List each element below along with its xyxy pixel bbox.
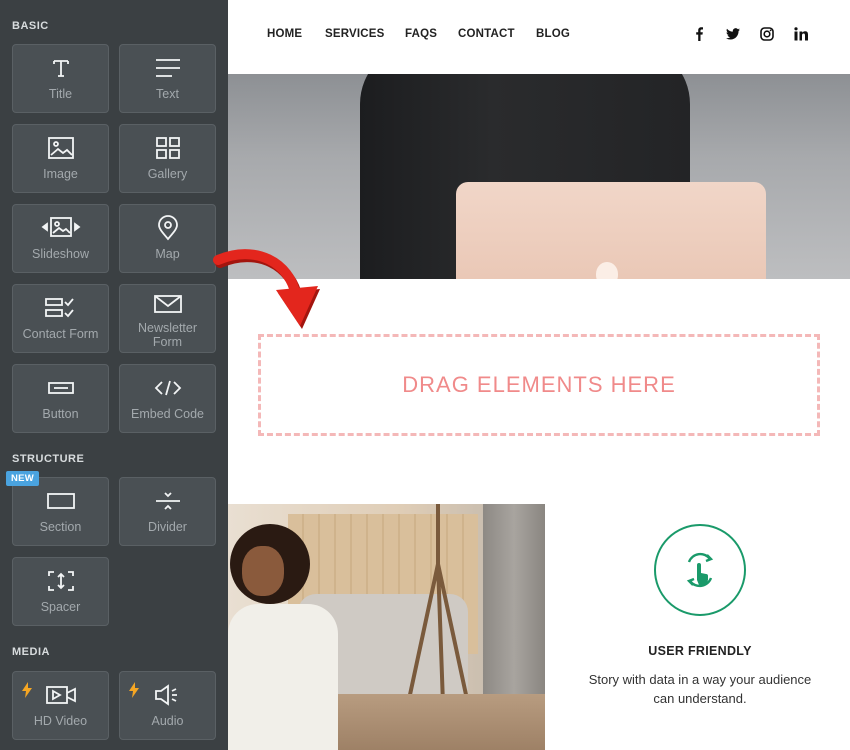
element-label: Audio [151,714,184,728]
element-spacer[interactable]: Spacer [12,557,109,626]
hero-laptop [456,182,766,279]
element-newsletter-form[interactable]: Newsletter Form [119,284,216,353]
new-badge: NEW [6,471,40,486]
feature-title: USER FRIENDLY [648,644,752,658]
nav-services[interactable]: SERVICES [325,28,385,40]
twitter-icon[interactable] [724,25,742,43]
feature-description: Story with data in a way your audience c… [588,672,812,706]
element-image[interactable]: Image [12,124,109,193]
element-audio[interactable]: Audio [119,671,216,740]
element-hd-video[interactable]: HD Video [12,671,109,740]
element-label: Section [39,520,82,534]
section-icon [13,488,108,514]
element-text[interactable]: Text [119,44,216,113]
site-header: HOME SERVICES FAQS CONTACT BLOG [228,0,850,74]
drag-arrow-icon [213,249,320,329]
text-lines-icon [120,55,215,81]
drop-zone[interactable]: DRAG ELEMENTS HERE [258,334,820,436]
element-label: Newsletter Form [137,321,198,349]
element-label: Map [155,247,180,261]
elements-sidebar: BASIC Title Text Image Gallery Slideshow [0,0,228,750]
element-label: Embed Code [131,407,204,421]
section-title-media: MEDIA [12,646,50,658]
element-section[interactable]: Section [12,477,109,546]
woman [228,524,343,750]
envelope-icon [120,291,215,317]
element-label: Slideshow [32,247,89,261]
element-button[interactable]: Button [12,364,109,433]
element-label: Spacer [40,600,81,614]
spacer-icon [13,568,108,594]
section-title-basic: BASIC [12,20,49,32]
map-pin-icon [120,215,215,241]
element-label: Gallery [147,167,188,181]
video-icon [13,682,108,708]
element-label: Image [43,167,78,181]
instagram-icon[interactable] [758,25,776,43]
element-label: Title [48,87,73,101]
element-divider[interactable]: Divider [119,477,216,546]
facebook-icon[interactable] [690,25,708,43]
feature-icon-circle [654,524,746,616]
element-title[interactable]: Title [12,44,109,113]
divider-icon [120,488,215,514]
tripod-lamp [406,504,470,704]
code-icon [120,375,215,401]
gallery-grid-icon [120,135,215,161]
nav-contact[interactable]: CONTACT [458,28,515,40]
woman-with-laptop-photo [228,504,545,750]
element-label: Button [42,407,79,421]
nav-home[interactable]: HOME [267,28,302,40]
element-label: Divider [148,520,187,534]
contact-form-icon [13,295,108,321]
linkedin-icon[interactable] [792,25,810,43]
apple-logo [596,262,618,279]
touch-refresh-icon [686,552,714,588]
curtain [483,504,545,704]
element-label: HD Video [33,714,88,728]
audio-icon [120,682,215,708]
element-label: Text [156,87,179,101]
element-embed-code[interactable]: Embed Code [119,364,216,433]
title-icon [13,55,108,81]
drop-zone-label: DRAG ELEMENTS HERE [402,372,676,397]
shirt [228,604,338,750]
element-label: Contact Form [22,327,99,341]
face [242,546,284,596]
section-title-structure: STRUCTURE [12,453,85,465]
nav-faqs[interactable]: FAQS [405,28,437,40]
element-gallery[interactable]: Gallery [119,124,216,193]
element-contact-form[interactable]: Contact Form [12,284,109,353]
slideshow-icon [13,215,108,241]
button-icon [13,375,108,401]
element-slideshow[interactable]: Slideshow [12,204,109,273]
image-icon [13,135,108,161]
nav-blog[interactable]: BLOG [536,28,570,40]
element-map[interactable]: Map [119,204,216,273]
